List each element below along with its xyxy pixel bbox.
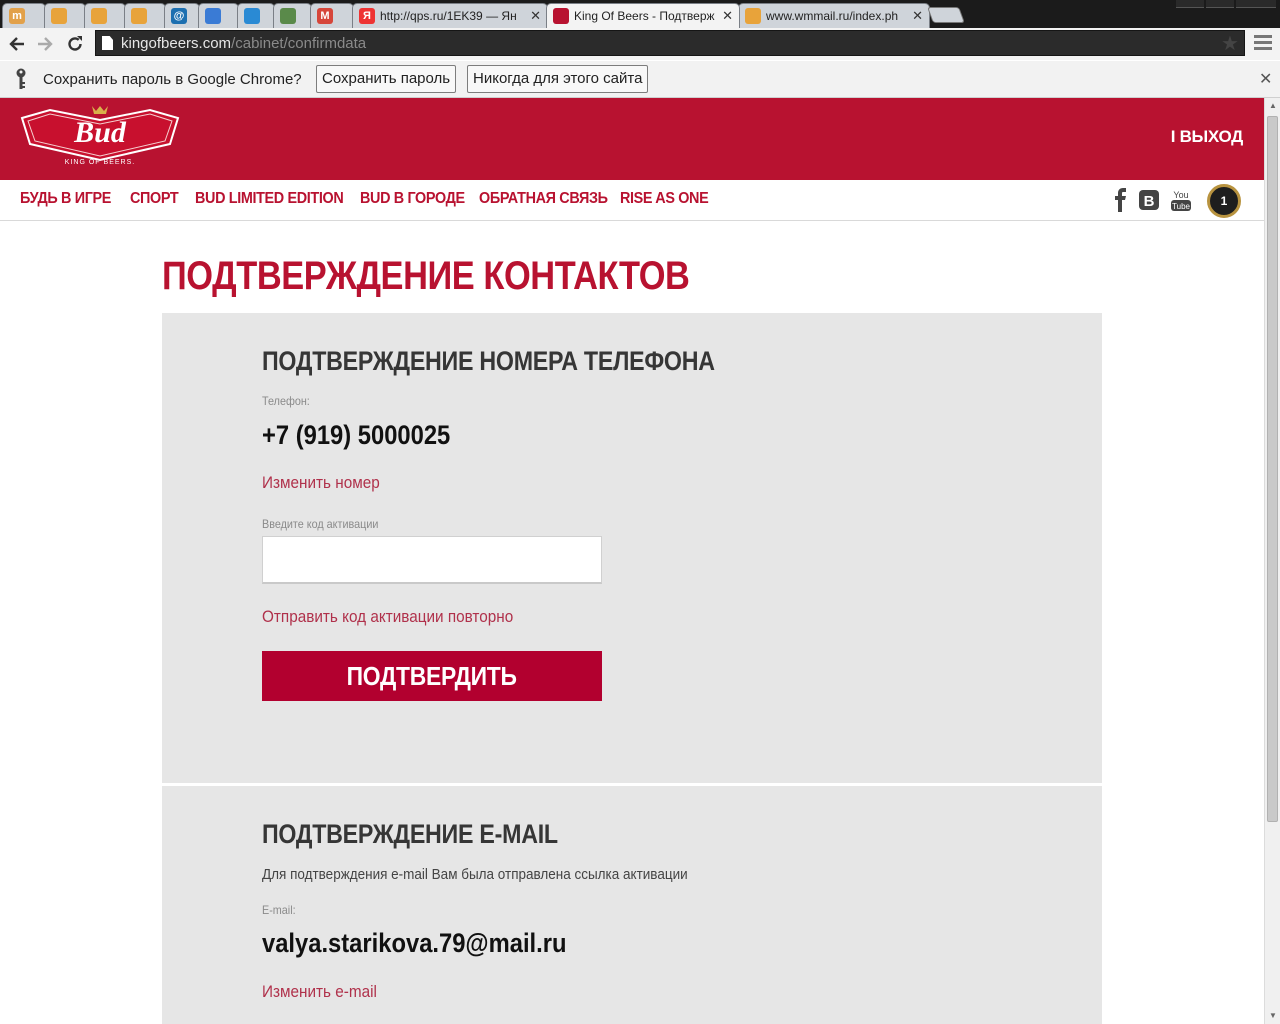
page-scrollbar[interactable]: ▲ ▼ — [1264, 98, 1280, 1024]
email-confirmation-panel: ПОДТВЕРЖДЕНИЕ E-MAIL Для подтверждения e… — [162, 786, 1102, 1024]
infobar-close-icon[interactable]: ✕ — [1259, 69, 1272, 89]
tab-title: http://qps.ru/1EK39 — Ян — [380, 9, 517, 23]
tab-title: www.wmmail.ru/index.ph — [766, 9, 899, 23]
nav-item-sport[interactable]: СПОРТ — [130, 190, 179, 208]
email-section-title: ПОДТВЕРЖДЕНИЕ E-MAIL — [262, 819, 558, 849]
page-icon — [102, 36, 113, 50]
tab-favicon-icon — [244, 8, 260, 24]
resend-code-link[interactable]: Отправить код активации повторно — [262, 607, 513, 627]
main-nav: БУДЬ В ИГРЕ СПОРТ BUD LIMITED EDITION BU… — [0, 180, 1264, 221]
confirm-button-label: ПОДТВЕРДИТЬ — [346, 660, 518, 691]
minimize-button[interactable] — [1176, 0, 1204, 8]
maximize-button[interactable] — [1206, 0, 1234, 8]
back-button[interactable] — [5, 32, 29, 56]
browser-tab[interactable]: m — [2, 3, 46, 28]
change-phone-link[interactable]: Изменить номер — [262, 473, 380, 493]
forward-button[interactable] — [33, 32, 57, 56]
browser-tab[interactable]: M — [310, 3, 354, 28]
svg-text:В: В — [1144, 193, 1155, 210]
address-path: /cabinet/confirmdata — [231, 34, 367, 52]
phone-section-title: ПОДТВЕРЖДЕНИЕ НОМЕРА ТЕЛЕФОНА — [262, 346, 715, 376]
save-password-button[interactable]: Сохранить пароль — [316, 65, 457, 93]
change-email-link[interactable]: Изменить e-mail — [262, 982, 377, 1002]
reload-button[interactable] — [63, 32, 87, 56]
activation-code-label: Введите код активации — [262, 517, 379, 531]
new-tab-button[interactable] — [927, 7, 965, 23]
crown-icon — [92, 106, 108, 114]
nav-item-game[interactable]: БУДЬ В ИГРЕ — [20, 190, 111, 208]
email-value: valya.starikova.79@mail.ru — [262, 928, 567, 958]
tab-favicon-icon: Я — [359, 8, 375, 24]
nav-item-rise-as-one[interactable]: RISE AS ONE — [620, 190, 709, 208]
browser-tab[interactable] — [273, 3, 312, 28]
tab-strip: m @ M Яhttp://qps.ru/1EK39 — Ян ✕ King Of Bee… — [0, 0, 1280, 28]
bud-logo[interactable]: Bud KING OF BEERS. — [20, 104, 180, 168]
phone-value: +7 (919) 5000025 — [262, 420, 451, 450]
logout-link[interactable]: I ВЫХОД — [1171, 127, 1244, 147]
facebook-icon[interactable] — [1110, 188, 1132, 212]
nav-item-bud-in-city[interactable]: BUD В ГОРОДЕ — [360, 190, 465, 208]
browser-tab[interactable] — [84, 3, 126, 28]
confirm-button[interactable]: ПОДТВЕРДИТЬ — [262, 651, 602, 701]
logo-tagline: KING OF BEERS. — [65, 159, 135, 166]
tab-favicon-icon: M — [317, 8, 333, 24]
window-close-button[interactable] — [1236, 0, 1276, 8]
chrome-menu-icon[interactable] — [1254, 32, 1272, 54]
tab-favicon-icon — [51, 8, 67, 24]
nav-item-limited-edition[interactable]: BUD LIMITED EDITION — [195, 190, 344, 208]
address-host: kingofbeers.com — [121, 34, 232, 52]
key-icon — [16, 68, 26, 89]
browser-tab[interactable] — [237, 3, 275, 28]
tab-favicon-icon — [280, 8, 296, 24]
save-password-infobar: Сохранить пароль в Google Chrome? Сохран… — [0, 61, 1280, 98]
tab-favicon-icon — [131, 8, 147, 24]
svg-text:You: You — [1173, 190, 1188, 200]
email-description: Для подтверждения e-mail Вам была отправ… — [262, 866, 688, 883]
tab-close-icon[interactable]: ✕ — [722, 8, 733, 24]
address-bar[interactable]: kingofbeers.com/cabinet/confirmdata — [95, 30, 1245, 56]
tab-favicon-icon — [205, 8, 221, 24]
scroll-up-icon[interactable]: ▲ — [1265, 98, 1280, 114]
svg-text:Tube: Tube — [1172, 202, 1190, 211]
web-page: Bud KING OF BEERS. I ВЫХОД БУДЬ В ИГРЕ С… — [0, 98, 1264, 1024]
browser-tab[interactable] — [124, 3, 166, 28]
notification-badge[interactable]: 1 — [1207, 184, 1241, 218]
logo-wordmark: Bud — [73, 116, 127, 149]
never-for-this-site-button[interactable]: Никогда для этого сайта — [467, 65, 649, 93]
tab-favicon-icon — [553, 8, 569, 24]
site-header: Bud KING OF BEERS. I ВЫХОД — [0, 98, 1264, 180]
browser-tab[interactable]: @ — [164, 3, 200, 28]
tab-favicon-icon: @ — [171, 8, 187, 24]
email-label: E-mail: — [262, 903, 296, 917]
browser-tab[interactable]: Яhttp://qps.ru/1EK39 — Ян ✕ — [352, 3, 548, 28]
nav-item-feedback[interactable]: ОБРАТНАЯ СВЯЗЬ — [479, 190, 608, 208]
bookmark-star-icon[interactable]: ★ — [1221, 31, 1239, 56]
scrollbar-thumb[interactable] — [1267, 116, 1278, 822]
browser-tab[interactable]: www.wmmail.ru/index.ph ✕ — [738, 3, 930, 28]
tab-favicon-icon — [745, 8, 761, 24]
tab-close-icon[interactable]: ✕ — [530, 8, 541, 24]
reload-icon — [68, 36, 82, 51]
browser-tab[interactable] — [198, 3, 239, 28]
back-arrow-icon — [9, 37, 24, 51]
tab-close-icon[interactable]: ✕ — [912, 8, 923, 24]
browser-tab[interactable] — [44, 3, 86, 28]
infobar-message: Сохранить пароль в Google Chrome? — [43, 71, 302, 88]
phone-confirmation-panel: ПОДТВЕРЖДЕНИЕ НОМЕРА ТЕЛЕФОНА Телефон: +… — [162, 313, 1102, 783]
scroll-down-icon[interactable]: ▼ — [1265, 1008, 1280, 1024]
forward-arrow-icon — [38, 37, 53, 51]
browser-tab[interactable]: King Of Beers - Подтверж ✕ — [546, 3, 740, 28]
vk-icon[interactable]: В — [1138, 188, 1160, 212]
tab-favicon-icon — [91, 8, 107, 24]
tab-title: King Of Beers - Подтверж — [574, 9, 715, 23]
phone-label: Телефон: — [262, 394, 310, 408]
activation-code-input[interactable] — [262, 536, 602, 584]
youtube-icon[interactable]: You Tube — [1169, 188, 1193, 212]
page-title: ПОДТВЕРЖДЕНИЕ КОНТАКТОВ — [162, 254, 690, 298]
tab-favicon-icon: m — [9, 8, 25, 24]
